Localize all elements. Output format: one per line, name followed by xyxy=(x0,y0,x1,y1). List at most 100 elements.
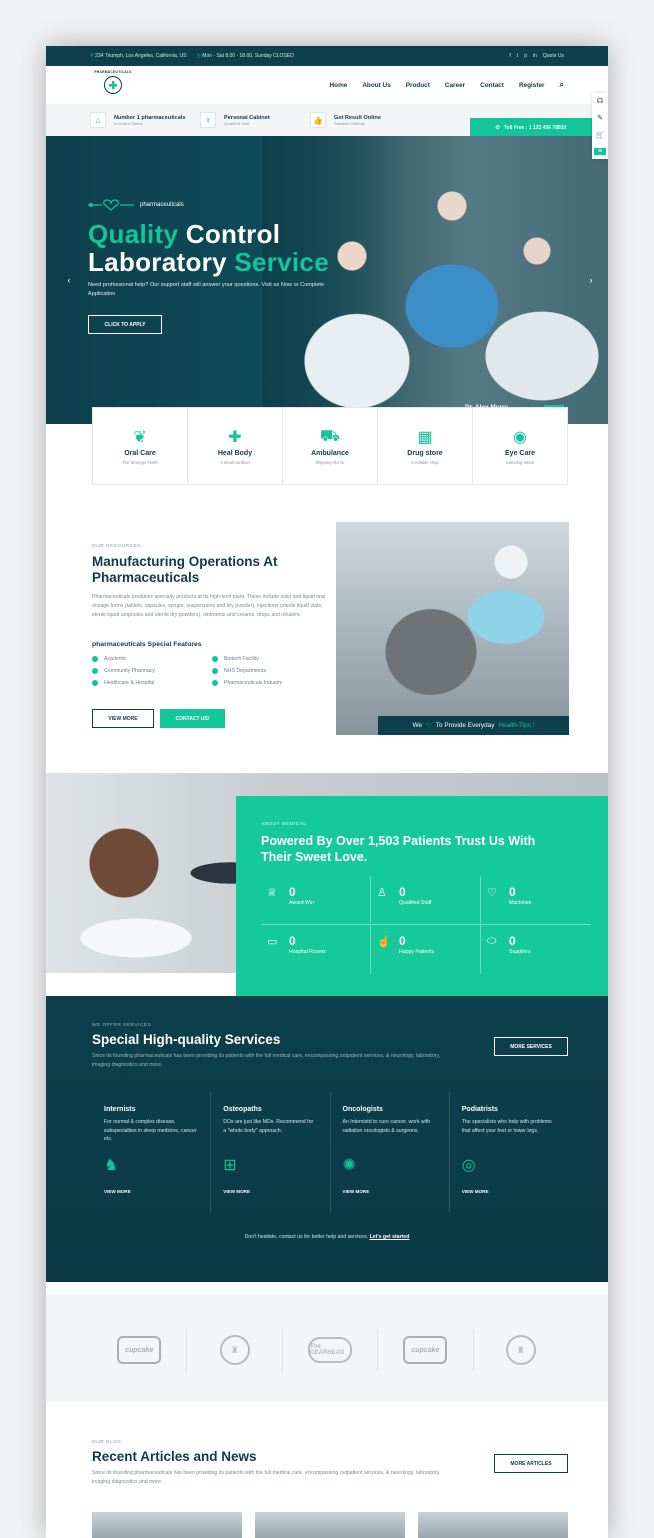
lighthouse-logo: ♜ xyxy=(505,1335,536,1365)
view-more-button[interactable]: VIEW MORE xyxy=(92,709,154,728)
services-footer: Don't hesitate, contact us for better he… xyxy=(46,1234,608,1240)
pill-icon: ⬭ xyxy=(487,935,497,947)
twitter-icon[interactable]: t xyxy=(517,53,518,59)
nav-about-us[interactable]: About Us xyxy=(362,82,390,89)
info-title: Get Result Online xyxy=(334,114,381,121)
hero-title: Quality Control Laboratory Service xyxy=(88,220,329,276)
contact-us-button[interactable]: CONTACT US! xyxy=(160,709,225,728)
get-started-link[interactable]: Let's get started xyxy=(370,1234,410,1240)
services-kicker: WE OFFER SERVICES xyxy=(92,1023,152,1028)
stat-item: ♡ 0 Machines xyxy=(481,876,591,925)
blog-title: Recent Articles and News xyxy=(92,1449,257,1464)
nav-contact[interactable]: Contact xyxy=(480,82,504,89)
menu-icon[interactable]: ≡ xyxy=(594,147,606,155)
list-item-label: Academic xyxy=(104,656,127,662)
stat-number: 0 xyxy=(509,934,516,948)
location-icon: ⚲ xyxy=(90,53,94,59)
list-item-label: Biotech Facility xyxy=(224,656,259,662)
pencil-icon[interactable]: ✎ xyxy=(597,114,603,122)
about-title: Powered By Over 1,503 Patients Trust Us … xyxy=(261,834,536,864)
client-logo[interactable]: ♜ xyxy=(474,1329,568,1371)
pinterest-icon[interactable]: p xyxy=(524,53,527,59)
feature-card[interactable]: ▦ Drug store A reliable shop xyxy=(378,408,473,484)
nav-register[interactable]: Register xyxy=(519,82,545,89)
hero-slider: ‹ › pharmaceuticals Quality Control Labo… xyxy=(46,136,608,424)
view-more-link[interactable]: VIEW MORE xyxy=(462,1189,489,1194)
more-services-button[interactable]: MORE SERVICES xyxy=(494,1037,568,1056)
service-card[interactable]: Podiatrists The specialists who help with… xyxy=(450,1092,568,1212)
user-icon: ♙ xyxy=(377,887,387,899)
article-thumbnail[interactable] xyxy=(418,1512,568,1538)
hero-image xyxy=(262,136,608,424)
view-more-link[interactable]: VIEW MORE xyxy=(104,1189,131,1194)
facebook-icon[interactable]: f xyxy=(509,53,510,59)
quote-link[interactable]: Quote Us xyxy=(543,53,564,59)
heartbeat-icon xyxy=(88,199,134,211)
stat-number: 0 xyxy=(289,934,296,948)
cart-icon[interactable]: 🛒 xyxy=(596,131,605,139)
service-card[interactable]: Internists For normal & complex disease, … xyxy=(92,1092,212,1212)
check-icon xyxy=(92,680,98,686)
feature-card[interactable]: ✚ Heal Body A small cardtion xyxy=(188,408,283,484)
page: ⚲ 234 Triumph, Los Angeles, California, … xyxy=(46,46,608,1538)
list-item-label: Community Pharmacy xyxy=(104,668,156,674)
info-sub: Satisfied Patients xyxy=(334,120,365,126)
list-item: Healthcare & Hospital xyxy=(92,680,212,686)
topbar: ⚲ 234 Triumph, Los Angeles, California, … xyxy=(46,46,608,66)
service-card[interactable]: Oncologists An Internistd to cure cancer,… xyxy=(331,1092,450,1212)
feature-title: Eye Care xyxy=(505,450,535,457)
apply-button[interactable]: CLICK TO APPLY xyxy=(88,315,162,334)
client-logo[interactable]: The GEARHEAD xyxy=(283,1329,379,1371)
monitor-icon: ▭ xyxy=(267,936,278,948)
stat-label: Suppliers xyxy=(509,949,531,955)
view-more-link[interactable]: VIEW MORE xyxy=(343,1189,370,1194)
clients-row: cupcake ♜ The GEARHEAD cupcake ♜ xyxy=(92,1329,568,1371)
feature-card[interactable]: ◉ Eye Care Standing vision xyxy=(473,408,567,484)
list-item: Biotech Facility xyxy=(212,656,332,662)
view-more-link[interactable]: VIEW MORE xyxy=(223,1189,250,1194)
article-thumbnail[interactable] xyxy=(255,1512,405,1538)
nav-home[interactable]: Home xyxy=(330,82,348,89)
hero-title-a: Quality xyxy=(88,219,179,249)
resources-kicker: OUR RESOURCES xyxy=(92,544,141,549)
hours-text: Mon - Sat 8.00 - 18.00. Sunday CLOSED xyxy=(202,53,294,59)
lighthouse-logo: ♜ xyxy=(219,1335,250,1365)
features-list: Academic Biotech Facility Community Phar… xyxy=(92,656,332,686)
thumbs-up-icon: ☝ xyxy=(377,936,391,948)
toll-free-button[interactable]: ✆ Toll Free : 1 123 456 78910 xyxy=(470,118,592,137)
article-thumbnail[interactable] xyxy=(92,1512,242,1538)
special-features-title: pharmaceuticals Special Features xyxy=(92,641,202,648)
feature-card[interactable]: ⛟ Ambulance Shipping Via Air xyxy=(283,408,378,484)
side-toolbar: ☊ ✎ 🛒 ≡ xyxy=(592,93,608,159)
service-card[interactable]: Osteopaths DOs are just like MDs. Recomme… xyxy=(211,1092,331,1212)
virus-icon: ✺ xyxy=(342,1157,356,1174)
search-icon[interactable]: ⌕ xyxy=(560,80,564,90)
heart-icon: ♡ xyxy=(426,722,432,730)
feature-sub: The Stronger Teeth xyxy=(122,460,158,465)
headset-icon[interactable]: ☊ xyxy=(597,97,603,105)
logo[interactable]: PHARMACEUTICALS xyxy=(90,70,136,100)
stat-item: ▭ 0 Hospital Rooms xyxy=(261,925,371,974)
heart-pulse-icon: ♡ xyxy=(487,887,497,899)
feature-card[interactable]: ❦ Oral Care The Stronger Teeth xyxy=(93,408,188,484)
service-title: Osteopaths xyxy=(223,1106,262,1113)
stat-label: Happy Patients xyxy=(399,949,435,955)
client-logo[interactable]: cupcake xyxy=(378,1329,474,1371)
chevron-right-icon[interactable]: › xyxy=(584,273,598,287)
more-articles-button[interactable]: MORE ARTICLES xyxy=(494,1454,568,1473)
stat-item: ☝ 0 Happy Patients xyxy=(371,925,481,974)
features-row: ❦ Oral Care The Stronger Teeth ✚ Heal Body A… xyxy=(92,407,568,485)
chevron-left-icon[interactable]: ‹ xyxy=(62,273,76,287)
client-logo[interactable]: ♜ xyxy=(187,1329,283,1371)
nav-career[interactable]: Career xyxy=(445,82,465,89)
resources-text: Pharmaceuticals produces specialty produ… xyxy=(92,594,325,618)
linkedin-icon[interactable]: in xyxy=(533,53,537,59)
feature-title: Oral Care xyxy=(124,450,156,457)
client-logo[interactable]: cupcake xyxy=(92,1329,188,1371)
toll-free-text: Toll Free : 1 123 456 78910 xyxy=(503,124,567,131)
trophy-icon: ♕ xyxy=(267,887,277,899)
list-item: Academic xyxy=(92,656,212,662)
blog-text: Since its founding pharmaceuticals has b… xyxy=(92,1470,441,1485)
service-desc: DOs are just like MDs. Recommend for a "… xyxy=(223,1119,314,1134)
nav-product[interactable]: Product xyxy=(406,82,430,89)
